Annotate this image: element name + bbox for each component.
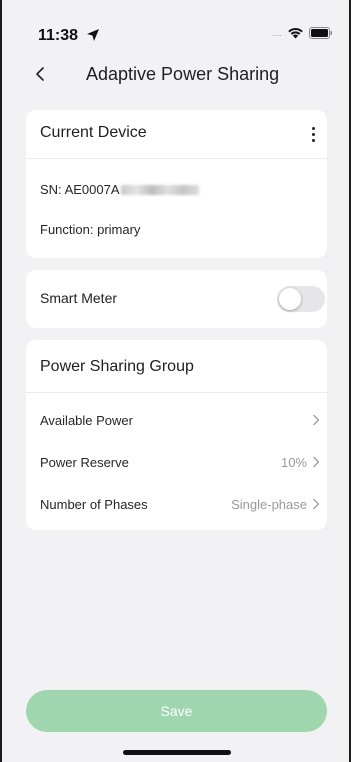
toggle-knob	[279, 288, 301, 310]
device-function: Function: primary	[40, 222, 141, 237]
serial-number-redacted	[120, 184, 199, 195]
row-value: 10%	[280, 454, 307, 470]
row-power-reserve[interactable]: Power Reserve 10%	[26, 442, 327, 482]
nav-bar: Adaptive Power Sharing	[2, 56, 349, 92]
divider	[26, 158, 327, 159]
chevron-right-icon	[313, 456, 320, 468]
current-device-card: Current Device SN: AE0007A Function: pri…	[26, 110, 327, 258]
serial-number: SN: AE0007A	[40, 182, 199, 197]
chevron-left-icon	[36, 67, 44, 81]
row-value: Single-phase	[231, 496, 307, 512]
smart-meter-toggle[interactable]	[277, 286, 325, 312]
smart-meter-card: Smart Meter	[26, 270, 327, 328]
row-number-of-phases[interactable]: Number of Phases Single-phase	[26, 484, 327, 524]
serial-number-label: SN: AE0007A	[40, 182, 120, 197]
save-button[interactable]: Save	[26, 690, 327, 732]
chevron-right-icon	[313, 498, 320, 510]
row-label: Available Power	[40, 412, 133, 428]
row-label: Power Reserve	[40, 454, 129, 470]
current-device-heading: Current Device	[40, 124, 147, 141]
status-indicators: ....	[272, 27, 333, 39]
status-time: 11:38	[38, 27, 79, 44]
divider	[26, 392, 327, 393]
location-arrow-icon	[87, 29, 99, 41]
power-sharing-group-card: Power Sharing Group Available Power Powe…	[26, 340, 327, 530]
row-available-power[interactable]: Available Power	[26, 400, 327, 440]
battery-icon	[309, 27, 332, 39]
power-sharing-group-heading: Power Sharing Group	[40, 358, 194, 375]
smart-meter-label: Smart Meter	[40, 290, 118, 306]
more-vertical-icon[interactable]	[303, 124, 323, 144]
page-title: Adaptive Power Sharing	[86, 64, 280, 84]
home-indicator	[123, 750, 231, 755]
back-button[interactable]	[30, 62, 50, 86]
chevron-right-icon	[313, 414, 320, 426]
signal-icon: ....	[271, 28, 282, 38]
wifi-icon	[288, 28, 303, 39]
row-label: Number of Phases	[40, 496, 148, 512]
status-bar: 11:38 ....	[2, 0, 349, 54]
